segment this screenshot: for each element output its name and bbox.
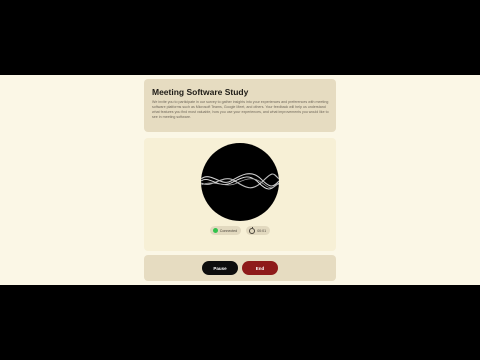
controls-card: Pause End <box>144 255 336 281</box>
end-button[interactable]: End <box>242 261 278 275</box>
status-dot-icon <box>212 228 218 233</box>
status-row: Connected 00:01 <box>144 226 336 235</box>
app-viewport: Meeting Software Study We invite you to … <box>0 75 480 285</box>
pause-button[interactable]: Pause <box>202 261 238 275</box>
timer-icon <box>249 226 256 234</box>
study-description: We invite you to participate in our surv… <box>152 100 329 119</box>
page-title: Meeting Software Study <box>152 87 249 97</box>
connection-status-label: Connected <box>219 228 238 233</box>
voice-stage-card: Connected 00:01 <box>144 138 336 251</box>
timer-badge: 00:01 <box>246 226 271 235</box>
timer-value: 00:01 <box>257 228 267 233</box>
study-header-card: Meeting Software Study We invite you to … <box>144 79 336 132</box>
connection-status-badge: Connected <box>209 226 242 235</box>
voice-visualizer-orb <box>201 143 279 221</box>
waveform-graphic <box>201 173 279 190</box>
